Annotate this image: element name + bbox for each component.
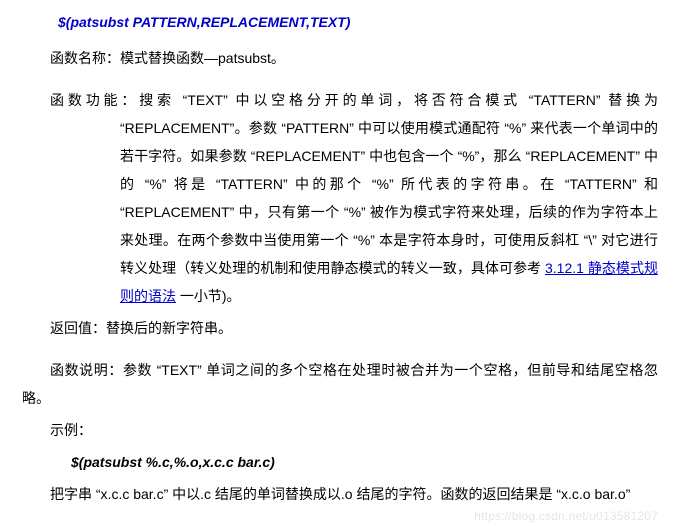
function-description-text: 函数功能：搜索 “TEXT” 中以空格分开的单词，将否符合模式 “TATTERN… xyxy=(50,92,658,276)
return-value-para: 返回值：替换后的新字符串。 xyxy=(22,314,658,342)
function-note-para: 函数说明：参数 “TEXT” 单词之间的多个空格在处理时被合并为一个空格，但前导… xyxy=(22,356,658,412)
example-label: 示例： xyxy=(22,416,658,444)
function-description-para: 函数功能：搜索 “TEXT” 中以空格分开的单词，将否符合模式 “TATTERN… xyxy=(120,86,658,310)
example-code: $(patsubst %.c,%.o,x.c.c bar.c) xyxy=(71,448,658,476)
document-body: $(patsubst PATTERN,REPLACEMENT,TEXT) 函数名… xyxy=(0,0,676,526)
function-description-tail: 一小节)。 xyxy=(176,288,241,304)
function-syntax-title: $(patsubst PATTERN,REPLACEMENT,TEXT) xyxy=(58,8,658,36)
function-note-text: 函数说明：参数 “TEXT” 单词之间的多个空格在处理时被合并为一个空格，但前导… xyxy=(22,362,658,406)
example-result-para: 把字串 “x.c.c bar.c” 中以.c 结尾的单词替换成以.o 结尾的字符… xyxy=(22,480,658,508)
watermark-text: https://blog.csdn.net/u013581207 xyxy=(474,509,658,523)
function-name-para: 函数名称：模式替换函数—patsubst。 xyxy=(22,44,658,72)
